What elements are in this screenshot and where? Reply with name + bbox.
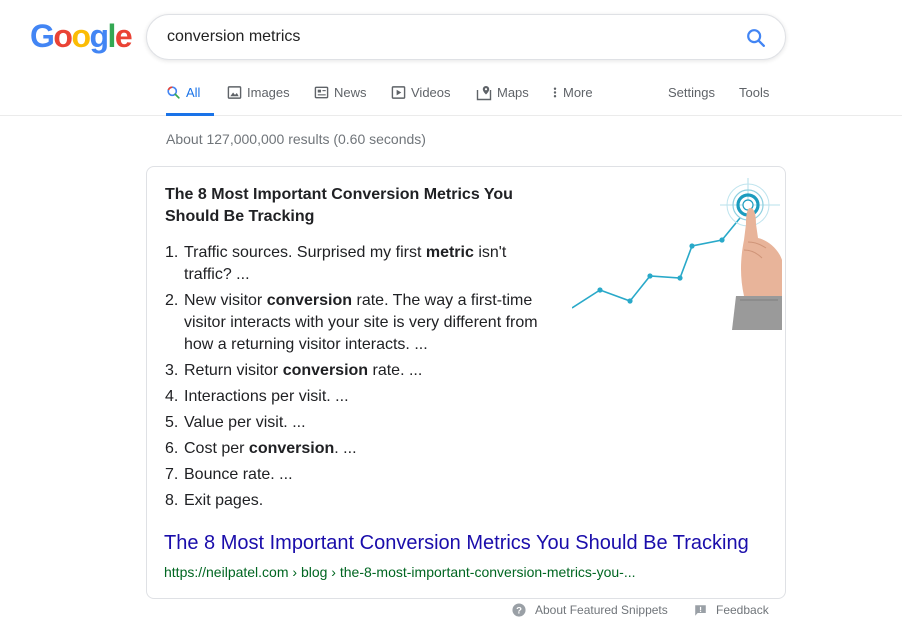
about-featured-snippets-link[interactable]: ? About Featured Snippets <box>512 603 668 617</box>
text-part: New visitor <box>184 292 267 309</box>
list-number: 1. <box>165 244 179 261</box>
tab-tools[interactable]: Tools <box>739 78 769 116</box>
search-input[interactable]: conversion metrics <box>167 28 300 46</box>
result-title-link[interactable]: The 8 Most Important Conversion Metrics … <box>164 532 749 555</box>
text-part: Traffic sources. Surprised my first <box>184 244 426 261</box>
tab-more[interactable]: More <box>552 78 593 116</box>
image-icon <box>227 86 242 99</box>
title-text: The 8 Most Important <box>165 186 332 203</box>
list-number: 6. <box>165 440 179 457</box>
text-part: Interactions per visit. ... <box>184 388 349 405</box>
keyword-highlight: conversion <box>266 292 353 309</box>
logo-letter: o <box>71 18 91 54</box>
search-tabs: All Images News Videos Maps More Setting… <box>0 78 902 116</box>
more-vert-icon <box>553 87 557 98</box>
text-part: Return visitor <box>184 362 283 379</box>
text-part: Exit pages. <box>184 492 264 509</box>
google-logo[interactable]: Google <box>30 18 133 54</box>
help-icon: ? <box>512 603 526 617</box>
list-text: Exit pages. <box>184 490 263 512</box>
snippet-title: The 8 Most Important Conversion Metrics … <box>165 184 545 228</box>
list-text: Bounce rate. ... <box>184 464 293 486</box>
list-text: Traffic sources. Surprised my first metr… <box>184 242 555 286</box>
snippet-thumbnail-image[interactable] <box>572 178 782 330</box>
list-text: Return visitor conversion rate. ... <box>184 360 422 382</box>
tab-label: News <box>334 85 367 100</box>
list-text: Cost per conversion. ... <box>184 438 357 460</box>
search-icon <box>167 86 180 99</box>
tab-settings[interactable]: Settings <box>668 78 715 116</box>
logo-letter: g <box>89 18 109 54</box>
list-number: 3. <box>165 362 179 379</box>
list-item: 7. Bounce rate. ... <box>165 464 555 486</box>
list-item: 1. Traffic sources. Surprised my first me… <box>165 242 555 286</box>
keyword-highlight: conversion <box>248 440 335 457</box>
title-highlight: Conversion Metrics <box>331 186 480 203</box>
tab-news[interactable]: News <box>314 78 367 116</box>
tab-videos[interactable]: Videos <box>391 78 451 116</box>
text-part: Value per visit. ... <box>184 414 306 431</box>
result-url[interactable]: https://neilpatel.com › blog › the-8-mos… <box>164 564 636 580</box>
search-icon[interactable] <box>745 27 767 49</box>
list-number: 4. <box>165 388 179 405</box>
search-box[interactable]: conversion metrics <box>146 14 786 60</box>
play-icon <box>391 86 406 99</box>
tab-label: More <box>563 85 593 100</box>
list-item: 4. Interactions per visit. ... <box>165 386 555 408</box>
text-part: rate. ... <box>368 362 423 379</box>
result-stats: About 127,000,000 results (0.60 seconds) <box>166 131 426 147</box>
svg-text:?: ? <box>516 606 522 617</box>
logo-letter: e <box>114 18 133 54</box>
tab-all[interactable]: All <box>166 78 214 116</box>
tab-label: Videos <box>411 85 451 100</box>
snippet-list: 1. Traffic sources. Surprised my first me… <box>165 242 555 516</box>
tab-images[interactable]: Images <box>227 78 290 116</box>
logo-letter: l <box>107 18 117 54</box>
logo-letter: G <box>30 18 55 54</box>
footer-label: About Featured Snippets <box>535 603 668 617</box>
tab-label: Images <box>247 85 290 100</box>
tab-maps[interactable]: Maps <box>476 78 529 116</box>
feedback-icon <box>695 604 706 616</box>
list-text: Interactions per visit. ... <box>184 386 349 408</box>
list-item: 6. Cost per conversion. ... <box>165 438 555 460</box>
text-part: Bounce rate. ... <box>184 466 293 483</box>
list-item: 2. New visitor conversion rate. The way a… <box>165 290 555 356</box>
list-item: 5. Value per visit. ... <box>165 412 555 434</box>
feedback-link[interactable]: Feedback <box>694 603 769 617</box>
footer-label: Feedback <box>716 603 769 617</box>
tab-label: Maps <box>497 85 529 100</box>
logo-letter: o <box>53 18 73 54</box>
list-item: 3. Return visitor conversion rate. ... <box>165 360 555 382</box>
text-part: . ... <box>334 440 357 457</box>
map-icon <box>476 86 492 101</box>
tab-label: All <box>186 85 201 100</box>
keyword-highlight: conversion <box>282 362 369 379</box>
list-number: 2. <box>165 292 179 309</box>
tab-label: Tools <box>739 85 770 100</box>
list-item: 8. Exit pages. <box>165 490 555 512</box>
list-number: 8. <box>165 492 179 509</box>
tab-label: Settings <box>668 85 715 100</box>
list-number: 7. <box>165 466 179 483</box>
news-icon <box>314 86 329 99</box>
list-number: 5. <box>165 414 179 431</box>
keyword-highlight: metric <box>425 244 474 261</box>
text-part: Cost per <box>184 440 249 457</box>
list-text: Value per visit. ... <box>184 412 306 434</box>
list-text: New visitor conversion rate. The way a f… <box>184 290 555 356</box>
featured-snippet-card: The 8 Most Important Conversion Metrics … <box>146 166 786 599</box>
